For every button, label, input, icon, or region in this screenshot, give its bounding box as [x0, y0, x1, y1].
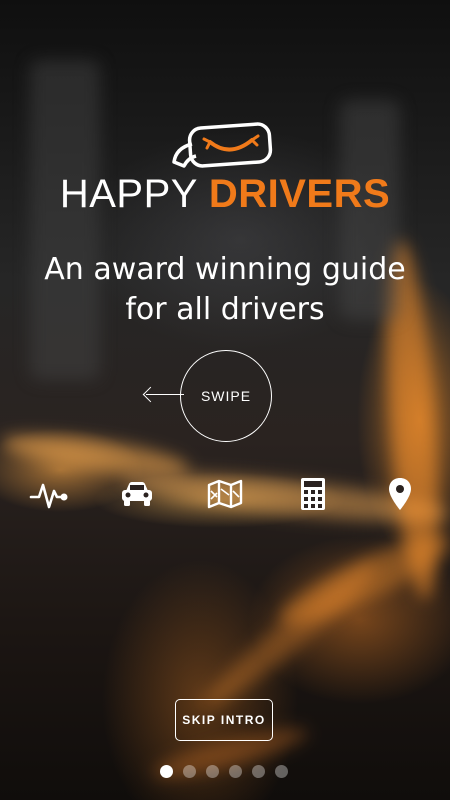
swipe-hint[interactable]: SWIPE [140, 350, 275, 442]
feature-icons-row [0, 474, 450, 514]
tagline: An award winning guide for all drivers [0, 250, 450, 330]
app-logo [0, 118, 450, 178]
app-name-drivers: DRIVERS [208, 172, 391, 216]
tagline-line-2: for all drivers [125, 292, 325, 327]
app-name-happy: HAPPY [59, 172, 198, 216]
car-icon [117, 474, 157, 514]
page-dot-3[interactable] [206, 765, 219, 778]
location-pin-icon [380, 474, 420, 514]
page-dot-2[interactable] [183, 765, 196, 778]
page-dot-6[interactable] [275, 765, 288, 778]
skip-intro-button[interactable]: SKIP INTRO [175, 699, 273, 741]
rearview-mirror-smile-icon [172, 122, 273, 168]
heartbeat-icon [29, 474, 69, 514]
map-icon [205, 474, 245, 514]
calculator-icon [293, 474, 333, 514]
swipe-label: SWIPE [200, 388, 252, 404]
swipe-circle[interactable]: SWIPE [180, 350, 272, 442]
arrow-left-icon [146, 394, 184, 395]
page-dot-4[interactable] [229, 765, 242, 778]
app-name: HAPPY DRIVERS [0, 172, 450, 217]
page-dot-1[interactable] [160, 765, 173, 778]
page-dot-5[interactable] [252, 765, 265, 778]
tagline-line-1: An award winning guide [44, 252, 406, 287]
